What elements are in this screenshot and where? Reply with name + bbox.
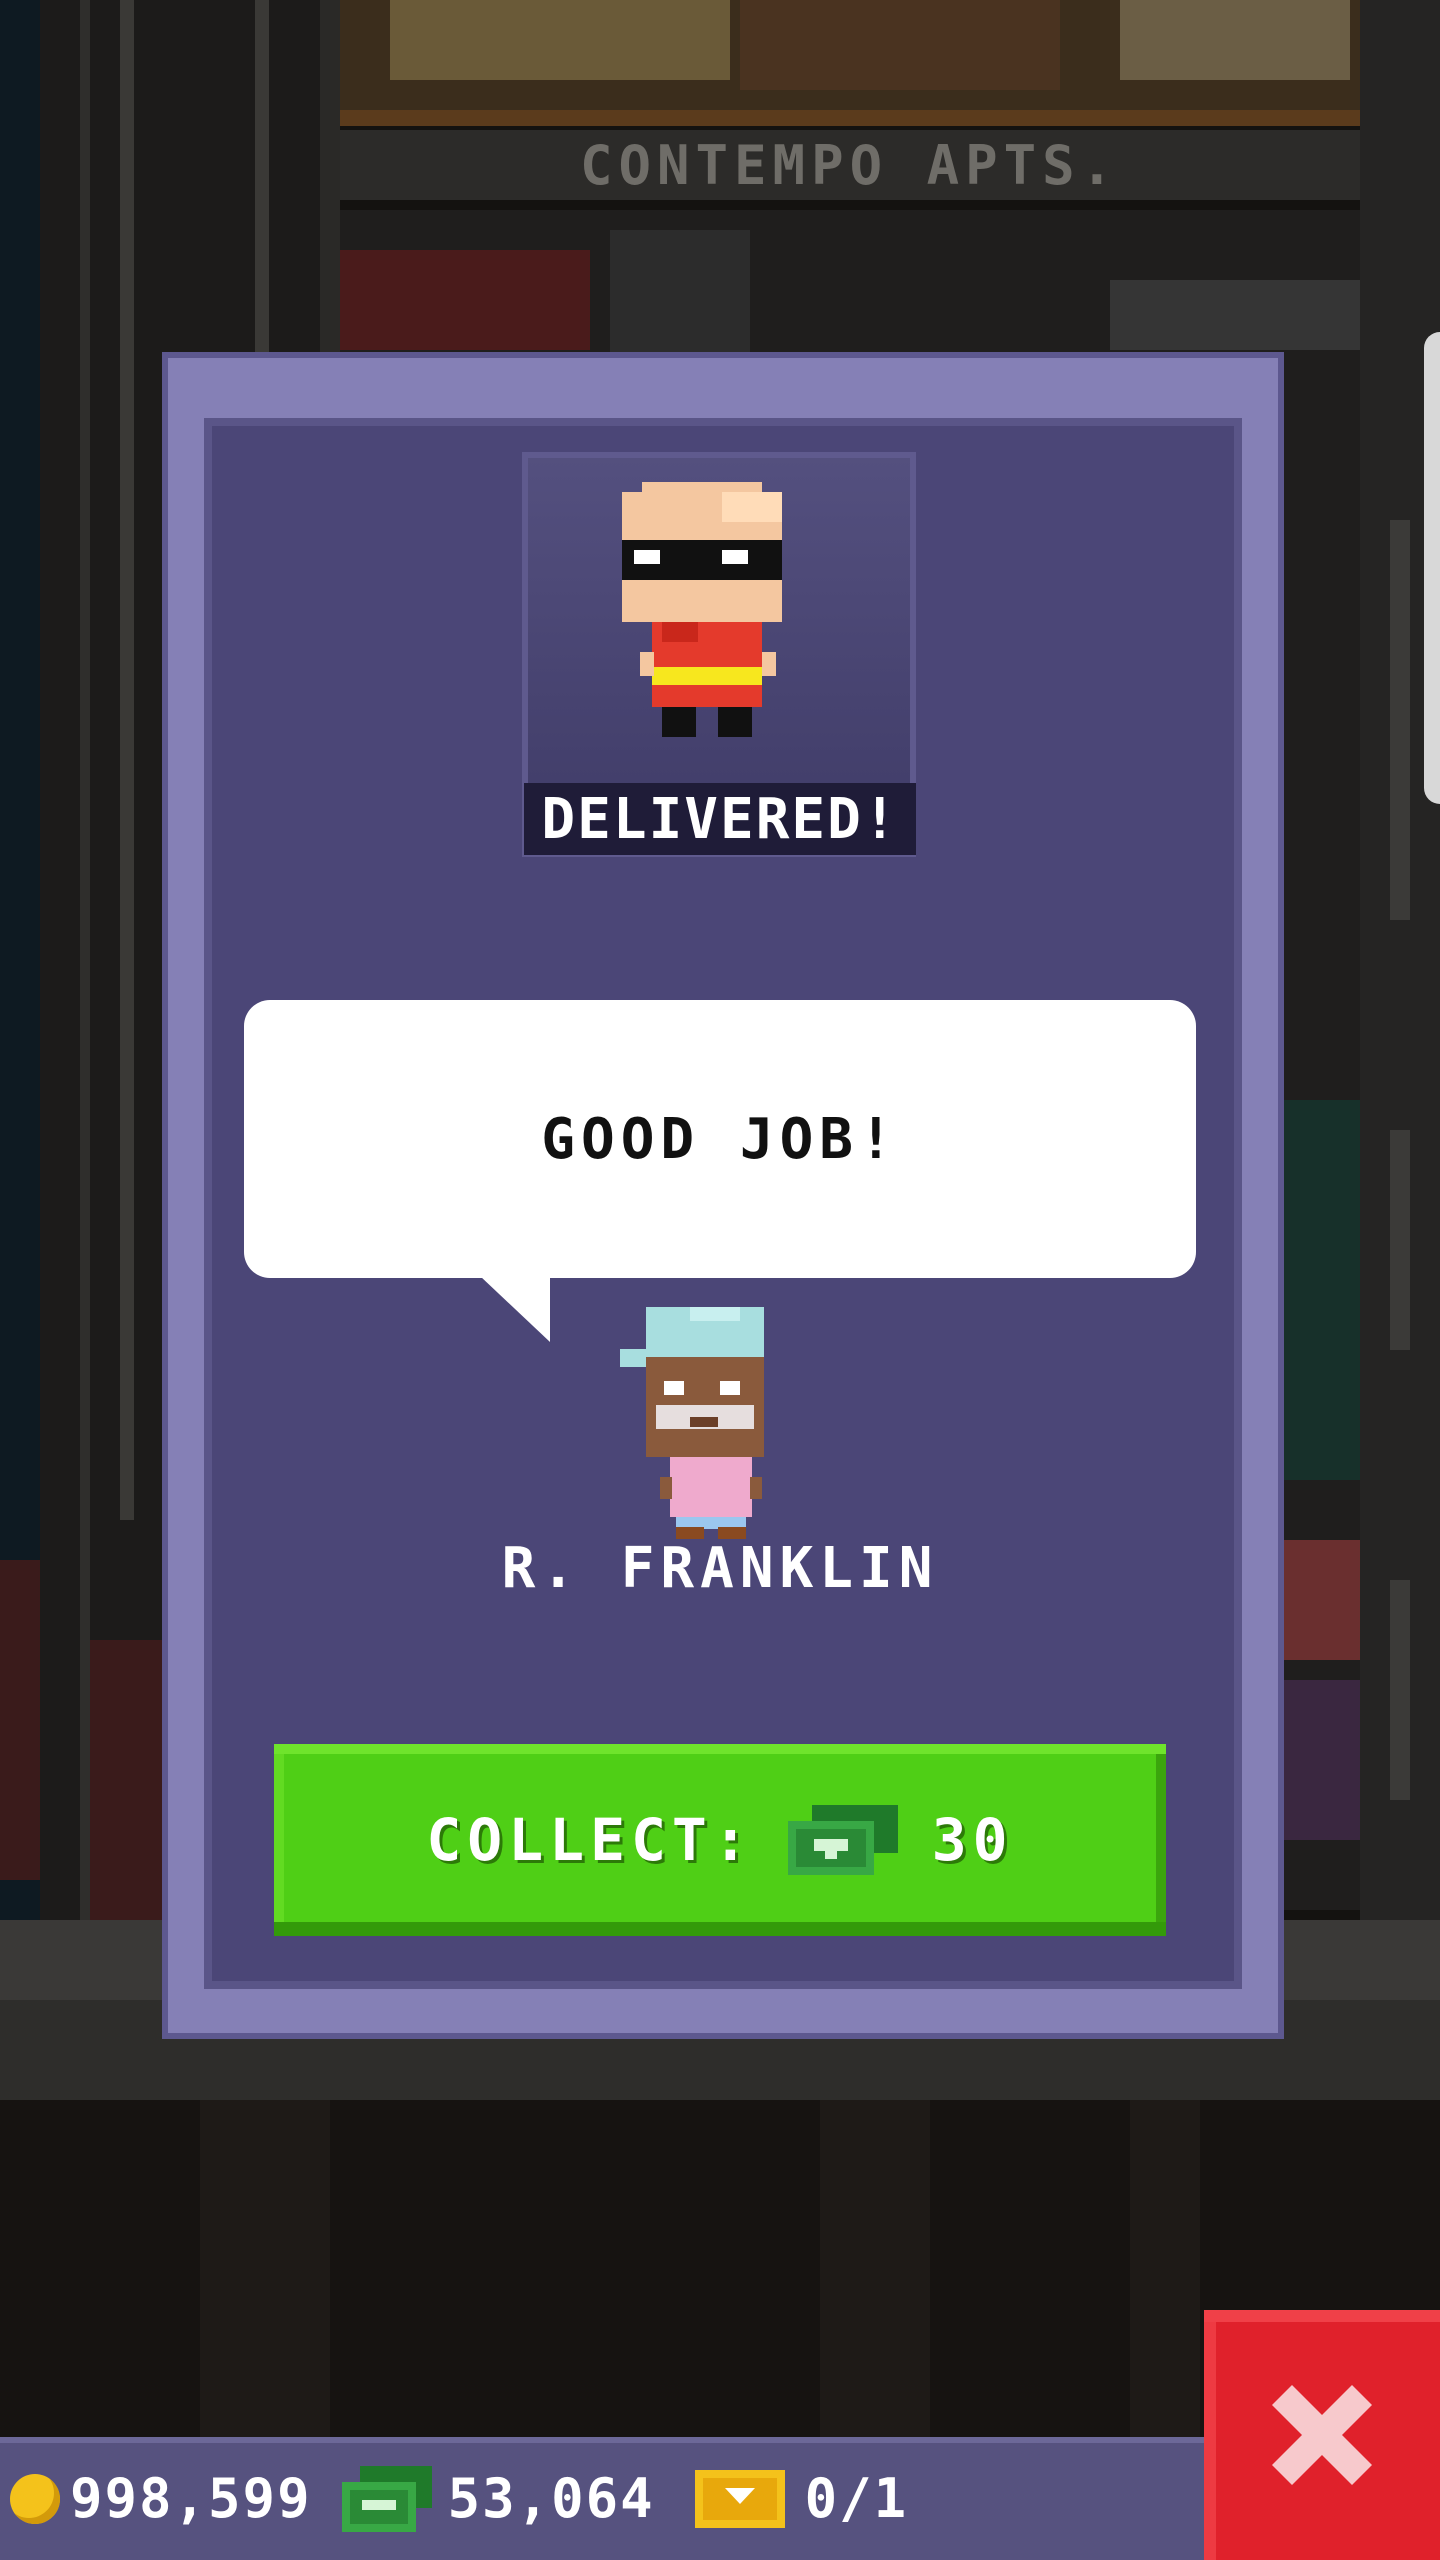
delivered-status-label: DELIVERED! — [524, 783, 916, 855]
resident-name: R. FRANKLIN — [501, 1536, 939, 1601]
masked-vip-sprite — [622, 482, 782, 737]
coin-counter: 998,599 — [0, 2467, 312, 2530]
resource-bar: 998,599 53,064 0/1 — [0, 2437, 1220, 2560]
speech-bubble-tail — [480, 1276, 550, 1342]
collect-label: COLLECT: — [426, 1806, 754, 1874]
ticket-amount: 0/1 — [804, 2467, 909, 2530]
floor-sign: CONTEMPO APTS. — [340, 130, 1360, 200]
speech-bubble: GOOD JOB! — [244, 1000, 1196, 1278]
ticket-counter: 0/1 — [694, 2467, 909, 2530]
coin-amount: 998,599 — [70, 2467, 312, 2530]
coin-icon — [10, 2473, 60, 2524]
collect-amount: 30 — [931, 1806, 1014, 1874]
bux-icon — [341, 2465, 432, 2532]
speech-text: GOOD JOB! — [541, 1106, 899, 1172]
close-icon — [1272, 2385, 1372, 2485]
bux-amount: 53,064 — [447, 2467, 655, 2530]
side-scroll-handle[interactable] — [1424, 332, 1440, 804]
bux-counter: 53,064 — [341, 2465, 655, 2532]
ticket-icon — [694, 2469, 785, 2528]
close-button[interactable] — [1204, 2310, 1440, 2560]
bux-icon — [787, 1805, 898, 1875]
resident-sprite — [620, 1307, 764, 1539]
collect-button[interactable]: COLLECT: 30 — [274, 1744, 1166, 1936]
